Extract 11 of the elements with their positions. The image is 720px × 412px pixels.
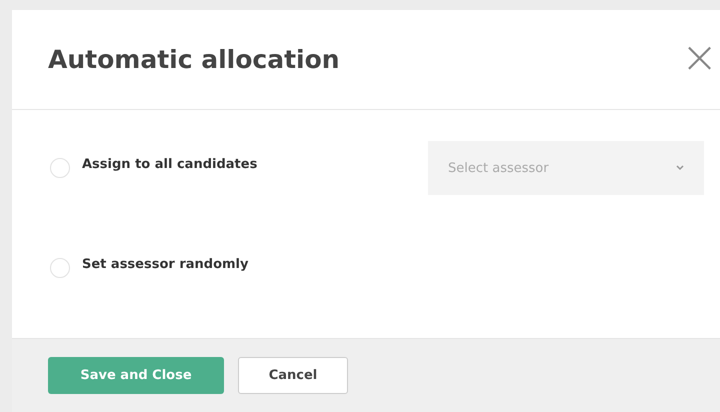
close-button[interactable]: × (681, 36, 720, 84)
option-label: Assign to all candidates (82, 156, 258, 172)
dialog-title: Automatic allocation (48, 45, 340, 74)
radio-button[interactable] (50, 258, 70, 278)
option-label: Set assessor randomly (82, 256, 250, 272)
save-button[interactable]: Save and Close (48, 357, 224, 394)
cancel-button[interactable]: Cancel (238, 357, 348, 394)
dropdown-placeholder: Select assessor (448, 160, 549, 176)
assessor-dropdown[interactable]: Select assessor (428, 141, 704, 196)
radio-button[interactable] (50, 158, 70, 178)
caret-icon (676, 165, 684, 172)
